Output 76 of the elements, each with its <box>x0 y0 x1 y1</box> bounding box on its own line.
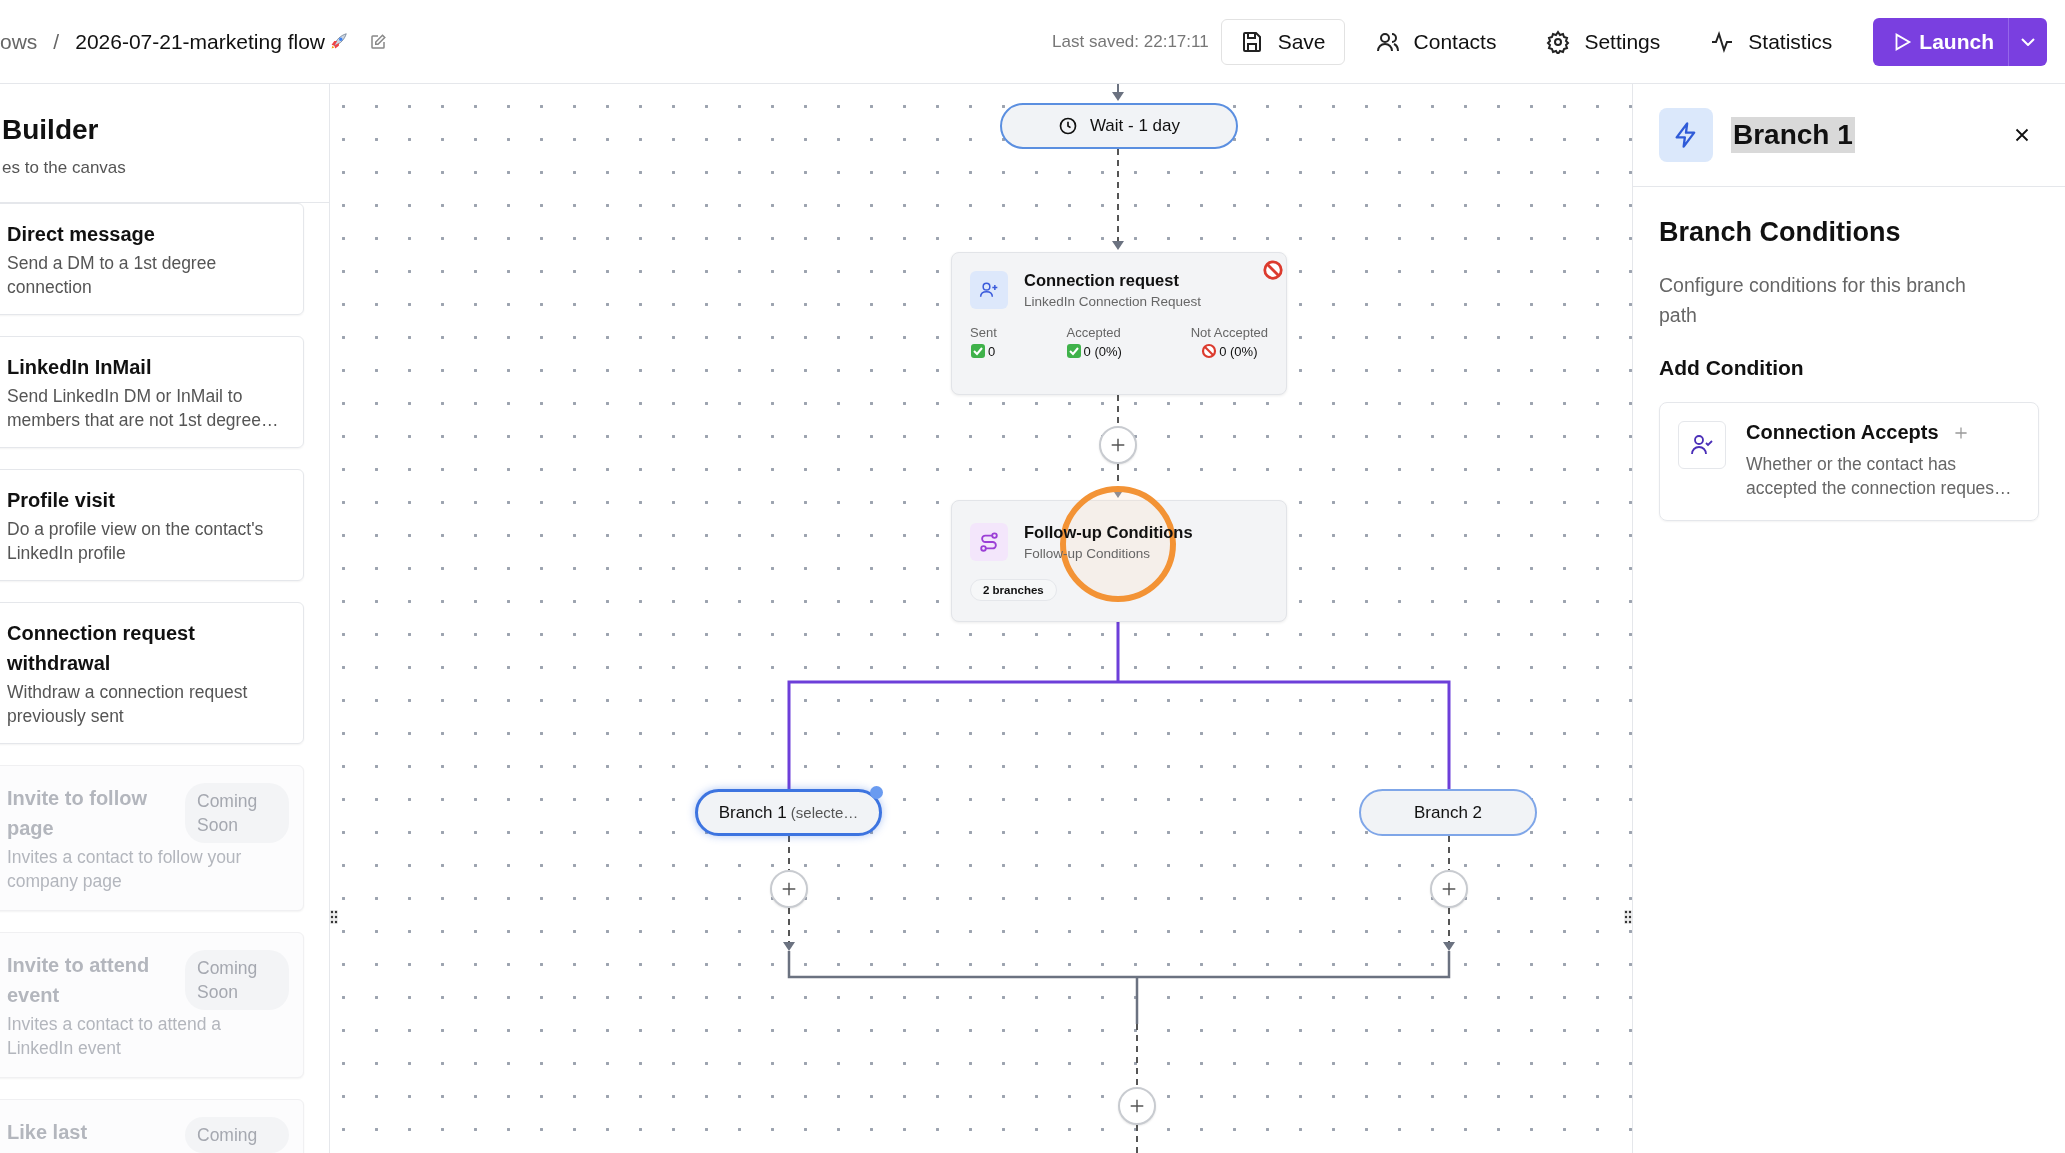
panel-title: Branch 1 <box>1731 117 1855 153</box>
coming-soon-badge: Coming Soon <box>185 783 289 843</box>
toolbar-button[interactable]: Contacts <box>1356 18 1516 65</box>
branch-node[interactable]: Branch 1 (selecte… <box>695 789 882 836</box>
add-icon[interactable] <box>1952 424 1969 441</box>
plus-icon <box>1109 436 1127 454</box>
last-saved-text: Last saved: 22:17:11 <box>1052 31 1209 52</box>
step-card[interactable]: LinkedIn InMail Send LinkedIn DM or InMail to members that are not 1st degree… <box>0 336 304 448</box>
section-heading: Add Condition <box>1659 356 1805 380</box>
step-description: Send a DM to a 1st degree connection <box>7 252 218 299</box>
step-card[interactable]: Profile visit Do a profile view on the contact's LinkedIn profile <box>0 469 304 581</box>
action-node[interactable]: Connection request LinkedIn Connection Request Sent 0 Accepted 0 (0%) Not Accepted 0 (0%) <box>951 252 1287 395</box>
condition-title: Connection Accepts <box>1746 421 1939 444</box>
lightning-icon <box>1659 108 1713 162</box>
breadcrumb-separator: / <box>53 29 60 54</box>
panel-description: Configure conditions for this branch path <box>1659 273 1967 328</box>
add-step-button[interactable] <box>1099 426 1137 464</box>
connector-line <box>1136 1124 1138 1153</box>
user-check-icon <box>1678 421 1726 469</box>
coming-soon-badge: Coming Soon <box>185 950 289 1010</box>
branch-node[interactable]: Branch 2 <box>1359 789 1537 836</box>
step-title: Invite to follow page <box>7 786 148 841</box>
toolbar-button[interactable]: Settings <box>1527 18 1680 65</box>
step-description: Invites a contact to attend a LinkedIn event <box>7 1013 223 1060</box>
launch-button[interactable]: Launch <box>1873 17 2009 66</box>
wait-node[interactable]: Wait - 1 day <box>1000 103 1238 149</box>
save-button[interactable]: Save <box>1220 18 1345 65</box>
node-subtitle: LinkedIn Connection Request <box>1024 294 1202 309</box>
toolbar-button[interactable]: Statistics <box>1691 18 1852 65</box>
settings-icon <box>1546 29 1571 54</box>
wait-label: Wait - 1 day <box>1089 116 1181 136</box>
panel-heading: Branch Conditions <box>1659 217 1902 248</box>
stat-label: Sent <box>970 325 997 340</box>
step-title: Like last <box>7 1120 88 1145</box>
sidebar-title: Builder <box>2 114 100 146</box>
clock-icon <box>1057 116 1078 136</box>
connector-arrow <box>1112 463 1124 498</box>
edit-icon[interactable] <box>369 32 387 51</box>
add-step-button[interactable] <box>770 870 808 908</box>
chevron-down-icon <box>2021 37 2035 46</box>
coming-soon-badge: Coming <box>185 1117 289 1153</box>
condition-card[interactable]: Connection Accepts Whether or the contact has accepted the connection reques… <box>1659 402 2039 521</box>
step-card[interactable]: Direct message Send a DM to a 1st degree connection <box>0 203 304 315</box>
step-title: Direct message <box>7 222 155 247</box>
pulse-icon <box>1710 29 1735 54</box>
step-description: Do a profile view on the contact's LinkedIn profile <box>7 518 265 565</box>
plus-icon <box>1128 1097 1146 1115</box>
step-description: Invites a contact to follow your company page <box>7 846 243 893</box>
step-title: Profile visit <box>7 488 115 513</box>
step-title: Connection request withdrawal <box>7 621 196 676</box>
stat-value: 0 (0%) <box>1083 343 1122 359</box>
resize-handle-icon[interactable] <box>1624 910 1632 924</box>
step-card[interactable]: Connection request withdrawal Withdraw a connection request previously sent <box>0 602 304 744</box>
sidebar-subtitle: es to the canvas <box>2 158 127 178</box>
connector-line <box>1136 1023 1138 1088</box>
condition-description: Whether or the contact has accepted the connection reques… <box>1746 453 2013 500</box>
branch-count-badge: 2 branches <box>970 579 1057 601</box>
stat-label: Accepted <box>1066 325 1121 340</box>
step-title: Invite to attend event <box>7 953 151 1008</box>
plus-icon <box>1440 880 1458 898</box>
breadcrumb-link[interactable]: ows <box>0 29 38 54</box>
add-step-button[interactable] <box>1118 1087 1156 1125</box>
flow-title: 2026-07-21-marketing flow <box>75 29 325 54</box>
node-title: Connection request <box>1024 271 1180 290</box>
add-step-button[interactable] <box>1430 870 1468 908</box>
step-description: Send LinkedIn DM or InMail to members that are not 1st degree… <box>7 385 280 432</box>
plus-icon <box>780 880 798 898</box>
stat-label: Not Accepted <box>1190 325 1268 340</box>
step-description: Withdraw a connection request previously sent <box>7 681 249 728</box>
connector-arrow <box>1112 84 1124 101</box>
route-icon <box>970 523 1008 561</box>
stat-value: 0 (0%) <box>1219 343 1258 359</box>
stat-value: 0 <box>988 343 996 359</box>
step-title: LinkedIn InMail <box>7 355 152 380</box>
user-plus-icon <box>970 271 1008 309</box>
resize-handle-icon[interactable] <box>330 910 338 924</box>
